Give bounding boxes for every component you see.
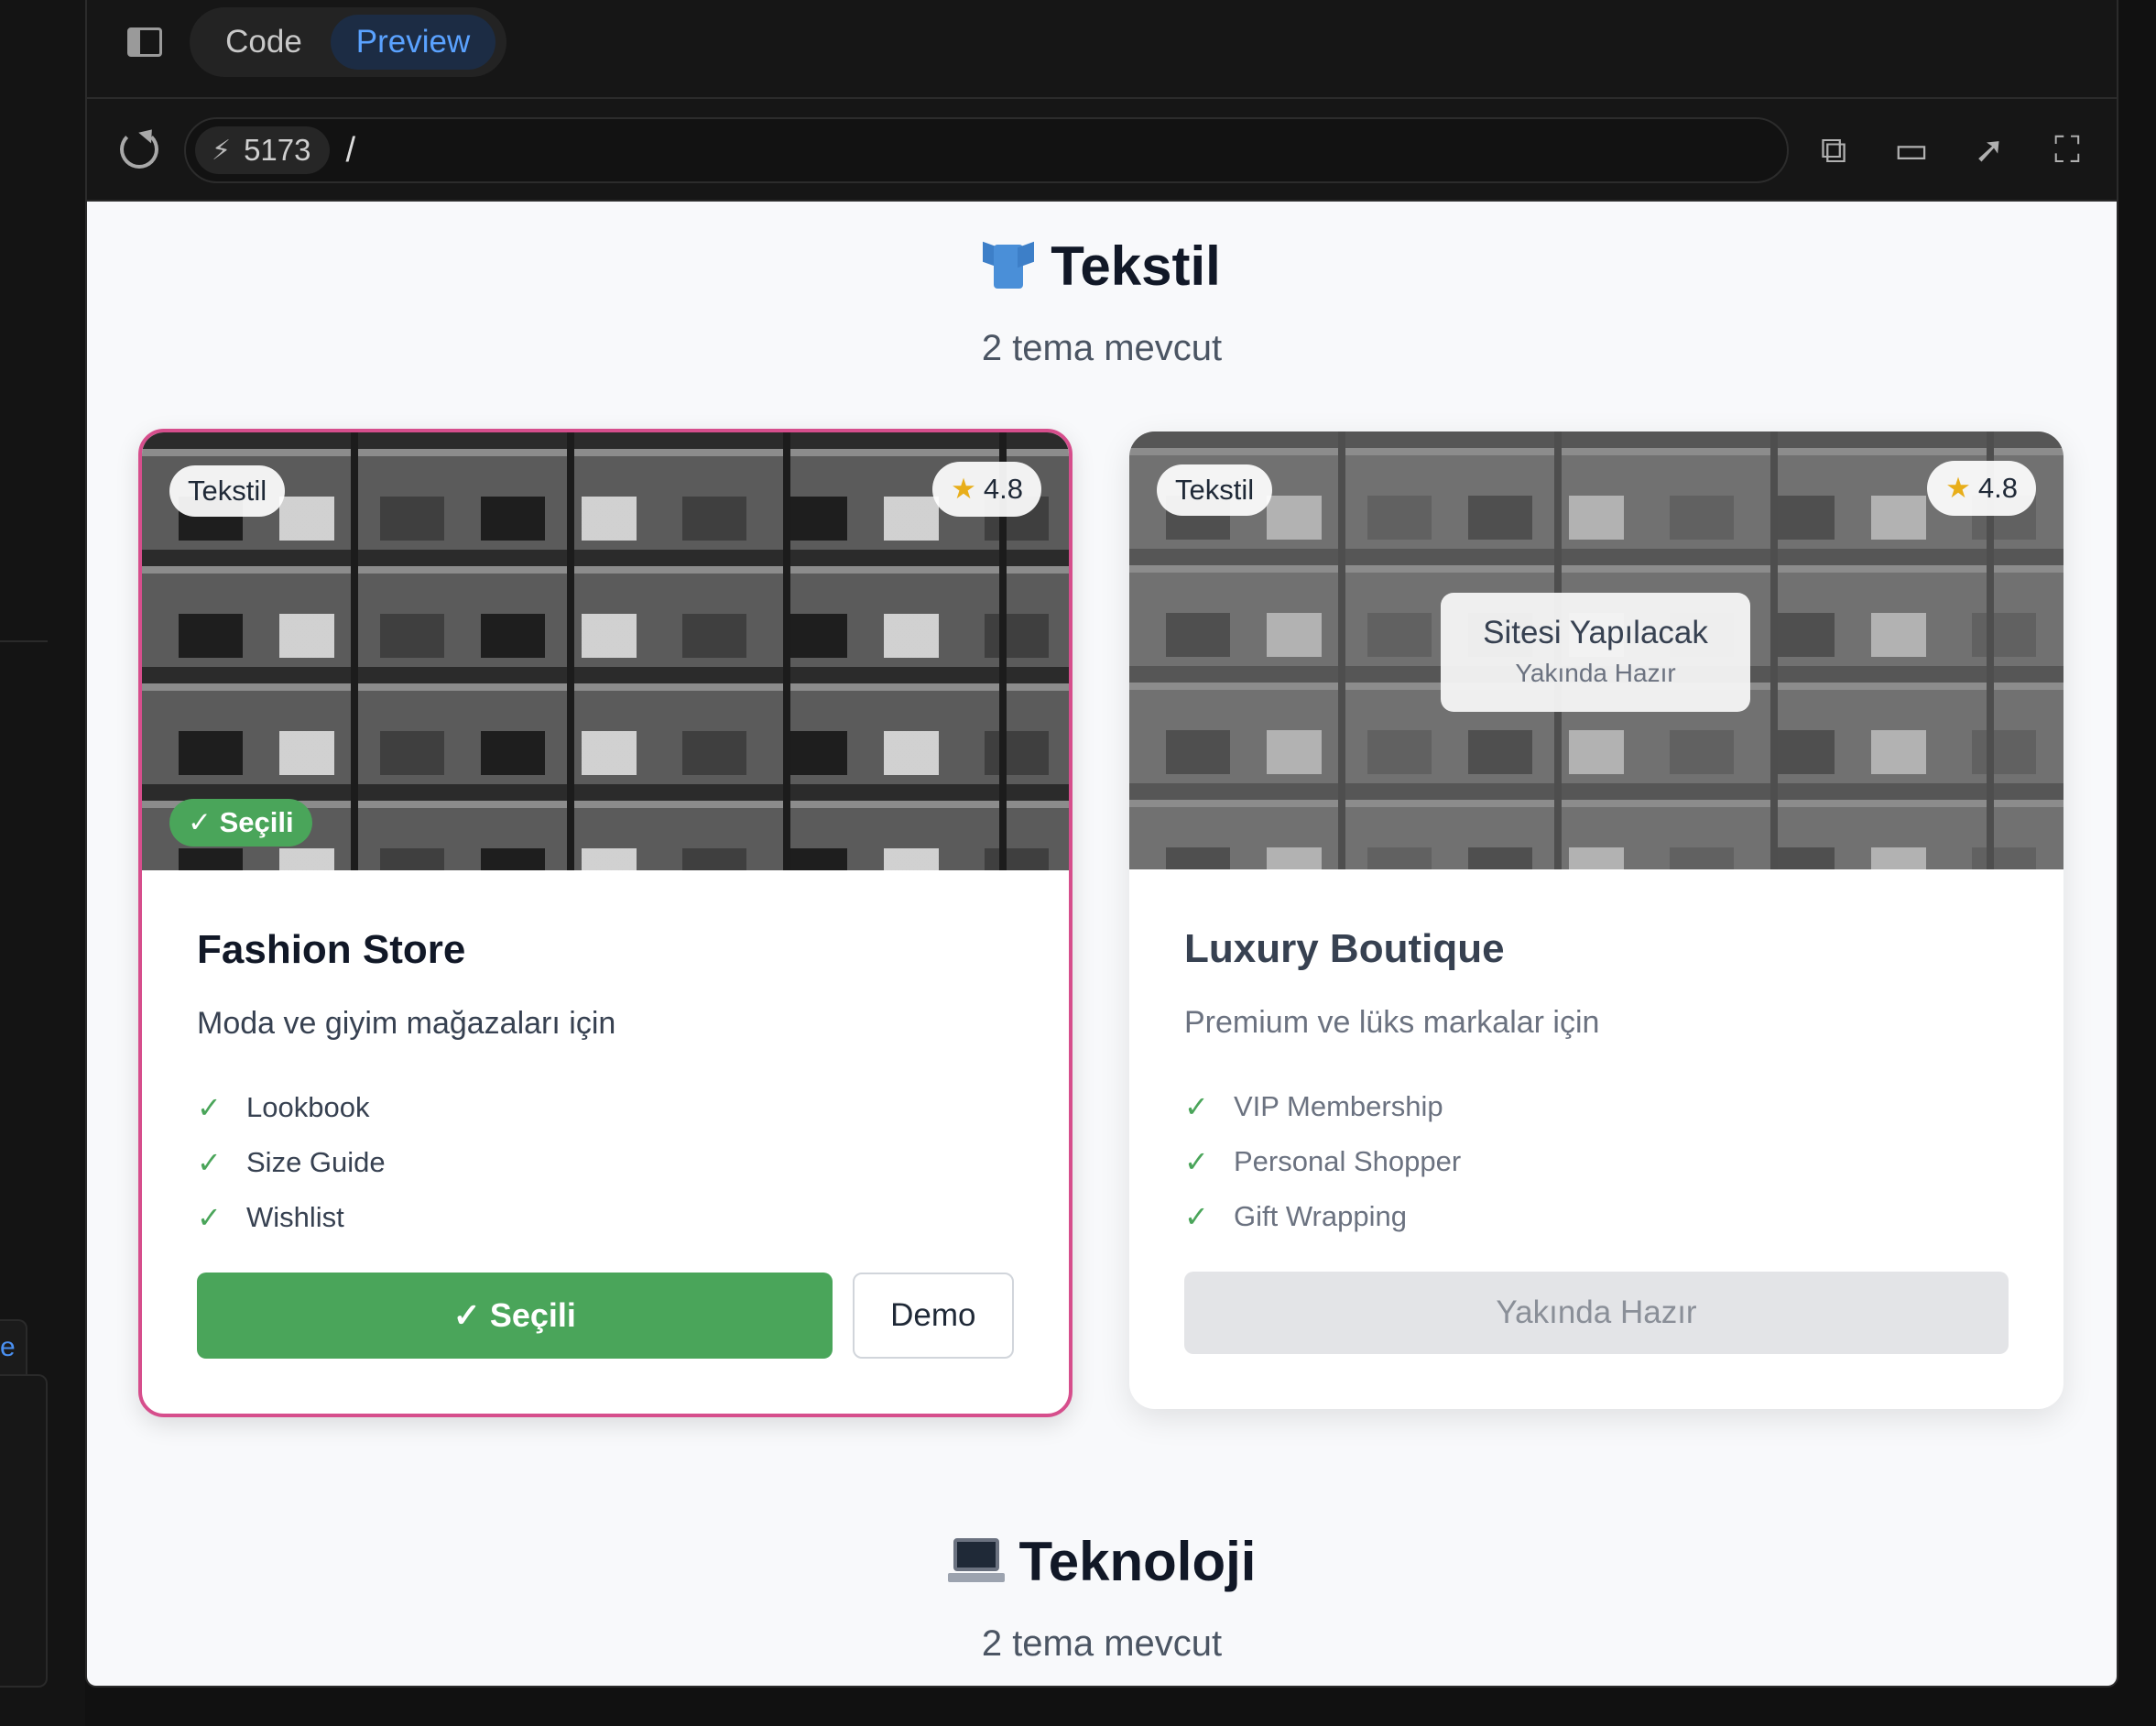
overlay-subtitle: Yakında Hazır <box>1515 659 1676 687</box>
panel-divider <box>0 640 48 642</box>
theme-card-luxury-boutique: Tekstil ★ 4.8 Sitesi Yapılacak Yakında Ha… <box>1129 432 2063 1409</box>
rating-badge: ★ 4.8 <box>1927 461 2036 516</box>
editor-topbar: Code Preview <box>87 0 2117 99</box>
feature-item: ✓ Size Guide <box>197 1146 386 1179</box>
side-tab-fragment[interactable]: e <box>0 1319 27 1374</box>
fullscreen-icon[interactable]: ⛶ <box>2047 130 2087 170</box>
card-description: Moda ve giyim mağazaları için <box>197 1006 616 1041</box>
preview-toolbar: ⚡ 5173 / ⧉ ▭ ➚ ⛶ <box>87 99 2117 202</box>
star-icon: ★ <box>951 473 976 505</box>
coming-soon-overlay: Sitesi Yapılacak Yakında Hazır <box>1441 593 1750 712</box>
section-subtitle: 2 tema mevcut <box>981 328 1223 368</box>
check-icon: ✓ <box>197 1091 222 1124</box>
section-title-teknoloji: Teknoloji <box>87 1530 2117 1593</box>
port-badge[interactable]: ⚡ 5173 <box>195 126 330 174</box>
tab-code[interactable]: Code <box>197 24 331 60</box>
preview-content: Tekstil 2 tema mevcut Tekstil ★ 4.8 ✓ Seç… <box>87 202 2117 1686</box>
feature-item: ✓ Personal Shopper <box>1184 1145 1462 1178</box>
select-button[interactable]: ✓ Seçili <box>197 1273 833 1359</box>
responsive-devices-icon[interactable]: ▭ <box>1891 130 1932 170</box>
theme-card-fashion-store[interactable]: Tekstil ★ 4.8 ✓ Seçili Fashion Store Moda… <box>138 429 1073 1417</box>
category-badge: Tekstil <box>1157 464 1273 516</box>
category-badge: Tekstil <box>169 465 286 517</box>
section-subtitle: 2 tema mevcut <box>981 1623 1223 1664</box>
feature-list: ✓ Lookbook ✓ Size Guide ✓ Wishlist <box>197 1080 1014 1245</box>
reload-icon[interactable] <box>120 130 158 169</box>
url-path[interactable]: / <box>346 131 356 170</box>
check-icon: ✓ <box>1184 1200 1209 1233</box>
feature-item: ✓ VIP Membership <box>1184 1090 1443 1123</box>
overlay-title: Sitesi Yapılacak <box>1483 615 1708 650</box>
element-picker-icon[interactable]: ➚ <box>1969 130 2009 170</box>
plug-icon: ⚡ <box>212 135 232 166</box>
card-image: Tekstil ★ 4.8 ✓ Seçili <box>142 432 1069 870</box>
laptop-icon <box>947 1535 1005 1586</box>
feature-item: ✓ Wishlist <box>197 1201 344 1234</box>
selected-badge: ✓ Seçili <box>169 799 312 847</box>
tab-preview[interactable]: Preview <box>331 15 495 70</box>
feature-list: ✓ VIP Membership ✓ Personal Shopper ✓ Gift … <box>1184 1079 2009 1244</box>
card-description: Premium ve lüks markalar için <box>1184 1005 1600 1040</box>
feature-item: ✓ Lookbook <box>197 1091 370 1124</box>
address-bar[interactable]: ⚡ 5173 / <box>184 117 1789 183</box>
check-icon: ✓ <box>197 1146 222 1179</box>
sidebar-toggle-icon[interactable] <box>127 27 162 57</box>
view-switcher: Code Preview <box>190 7 506 77</box>
check-icon: ✓ <box>1184 1090 1209 1123</box>
rating-badge: ★ 4.8 <box>932 462 1041 517</box>
left-panel-edge: e <box>0 0 85 1726</box>
coming-soon-button: Yakında Hazır <box>1184 1272 2009 1354</box>
check-icon: ✓ <box>197 1201 222 1234</box>
section-title-tekstil: Tekstil <box>87 235 2117 298</box>
side-panel-fragment <box>0 1374 48 1688</box>
feature-item: ✓ Gift Wrapping <box>1184 1200 1407 1233</box>
port-number: 5173 <box>244 133 311 167</box>
card-image: Tekstil ★ 4.8 Sitesi Yapılacak Yakında Ha… <box>1129 432 2063 869</box>
card-title: Luxury Boutique <box>1184 926 1505 971</box>
preview-window: Code Preview ⚡ 5173 / ⧉ ▭ ➚ ⛶ Tekstil 2 … <box>85 0 2118 1688</box>
check-icon: ✓ <box>1184 1145 1209 1178</box>
shirt-icon <box>983 239 1035 290</box>
demo-button[interactable]: Demo <box>852 1273 1014 1359</box>
open-external-icon[interactable]: ⧉ <box>1813 130 1854 170</box>
star-icon: ★ <box>1945 472 1971 504</box>
card-title: Fashion Store <box>197 927 466 972</box>
